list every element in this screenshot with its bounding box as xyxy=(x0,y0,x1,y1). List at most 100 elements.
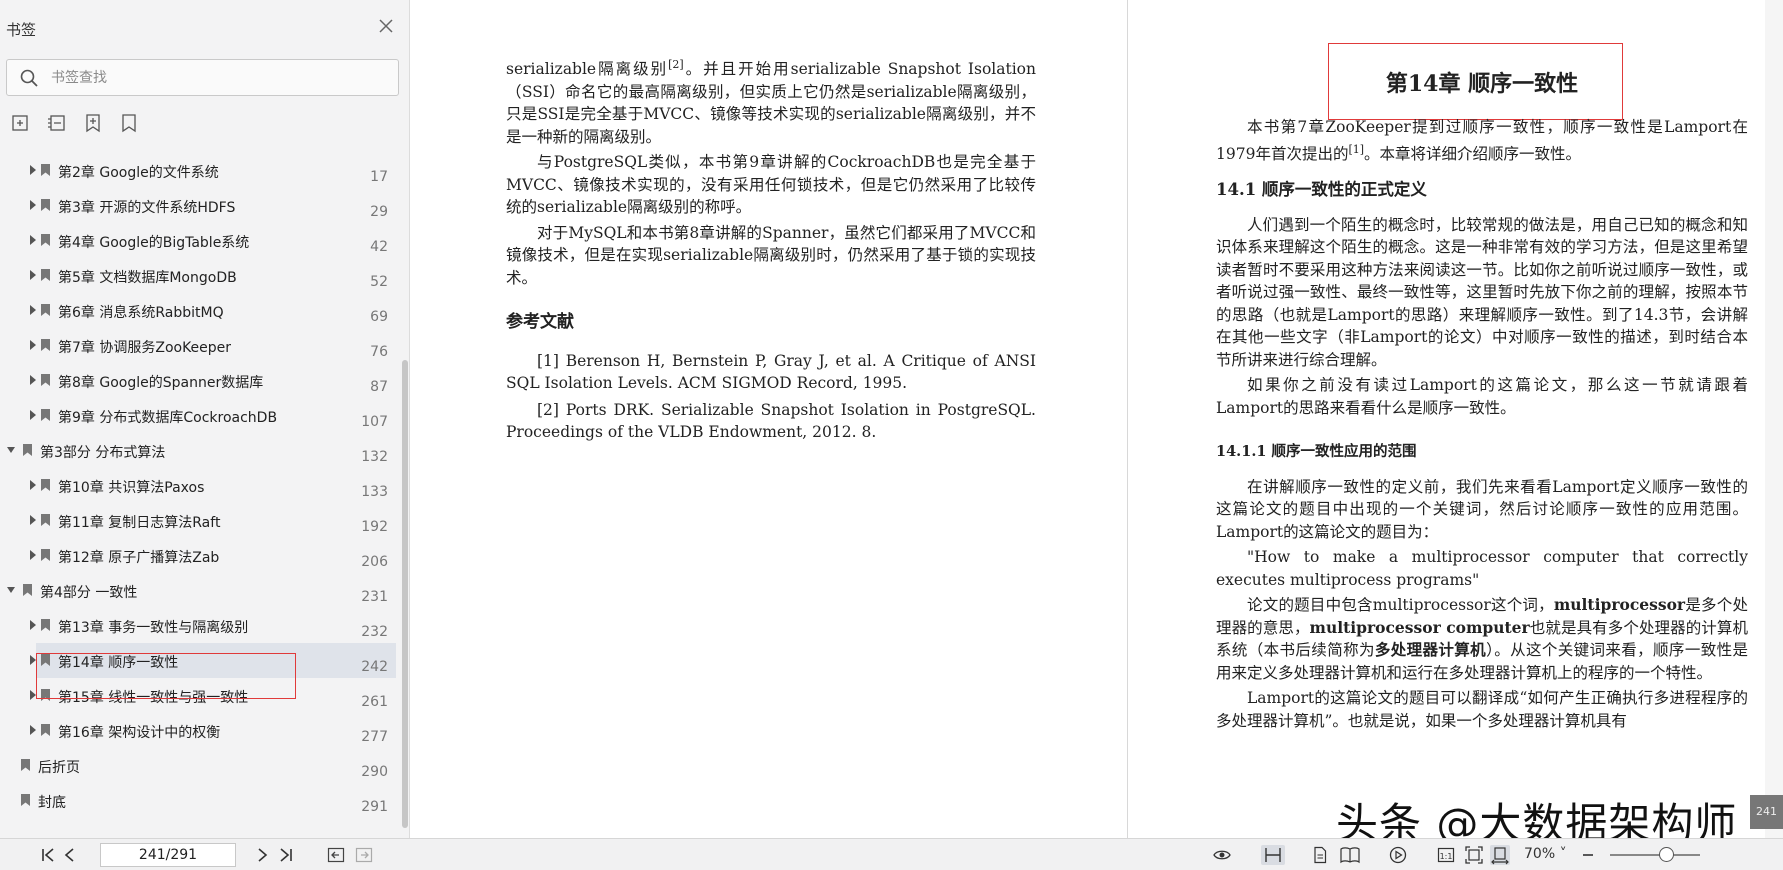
section-14-1-1-paragraph-3: Lamport的这篇论文的题目可以翻译成“如何产生正确执行多进程程序的多处理器计… xyxy=(1216,689,1748,730)
section-14-1-1-paragraph-2: 论文的题目中包含multiprocessor这个词，multiprocessor… xyxy=(1216,595,1748,682)
collapsed-arrow-icon[interactable] xyxy=(28,478,38,492)
bookmark-item[interactable]: 第15章 线性一致性与强一致性 261 xyxy=(0,678,396,713)
bookmark-item-page: 290 xyxy=(361,764,388,780)
play-icon[interactable] xyxy=(1388,845,1408,865)
bookmark-item[interactable]: 第16章 架构设计中的权衡 277 xyxy=(0,713,396,748)
single-page-icon[interactable] xyxy=(1310,845,1330,865)
bookmark-item-label: 第6章 消息系统RabbitMQ xyxy=(58,305,224,321)
bottom-toolbar: 1:1 70% ˅ xyxy=(0,838,1783,870)
bookmark-sidebar: 书签 第2章 Google的文件系统 17 第3章 开源的文件系统HDFS 29 第4章… xyxy=(0,0,410,838)
eye-protect-icon[interactable] xyxy=(1212,845,1232,865)
expanded-arrow-icon[interactable] xyxy=(6,583,16,597)
last-page-icon[interactable] xyxy=(276,845,296,865)
collapsed-arrow-icon[interactable] xyxy=(28,303,38,317)
zoom-slider-track[interactable] xyxy=(1610,854,1700,856)
first-page-icon[interactable] xyxy=(38,845,58,865)
left-paragraph-2: 与PostgreSQL类似，本书第9章讲解的CockroachDB也是完全基于M… xyxy=(506,153,1036,217)
bookmark-item-label: 第14章 顺序一致性 xyxy=(58,655,179,671)
bookmark-item[interactable]: 封底 291 xyxy=(0,783,396,818)
collapsed-arrow-icon[interactable] xyxy=(28,373,38,387)
bookmark-item-label: 第9章 分布式数据库CockroachDB xyxy=(58,410,278,426)
page-number-input[interactable] xyxy=(100,843,236,867)
bookmark-flag-icon xyxy=(41,514,50,526)
bookmark-item[interactable]: 第12章 原子广播算法Zab 206 xyxy=(0,538,396,573)
svg-text:1:1: 1:1 xyxy=(1440,852,1453,861)
bookmark-item[interactable]: 第7章 协调服务ZooKeeper 76 xyxy=(0,328,396,363)
zoom-out-icon[interactable] xyxy=(1578,845,1598,865)
bookmark-item-page: 107 xyxy=(361,414,388,430)
section-14-1-paragraph-1: 人们遇到一个陌生的概念时，比较常规的做法是，用自己已知的概念和知识体系来理解这个… xyxy=(1216,215,1748,369)
bookmark-item-label: 封底 xyxy=(38,795,66,811)
section-14-1-paragraph-2: 如果你之前没有读过Lamport的这篇论文，那么这一节就请跟着Lamport的思… xyxy=(1216,376,1748,417)
bookmark-item-label: 第7章 协调服务ZooKeeper xyxy=(58,340,232,356)
two-page-icon[interactable] xyxy=(1338,845,1362,865)
bookmark-item[interactable]: 第2章 Google的文件系统 17 xyxy=(0,153,396,188)
bookmark-flag-icon xyxy=(21,759,30,771)
bookmark-item[interactable]: 第3章 开源的文件系统HDFS 29 xyxy=(0,188,396,223)
left-paragraph-1: serializable隔离级别[2]。并且开始用serializable Sn… xyxy=(506,58,1036,146)
sidebar-scroll-thumb[interactable] xyxy=(402,360,408,828)
back-icon[interactable] xyxy=(326,845,346,865)
page-badge: 241 xyxy=(1750,795,1783,829)
bookmark-flag-icon xyxy=(41,234,50,246)
bookmark-item[interactable]: 第8章 Google的Spanner数据库 87 xyxy=(0,363,396,398)
bookmark-item[interactable]: 第6章 消息系统RabbitMQ 69 xyxy=(0,293,396,328)
collapsed-arrow-icon[interactable] xyxy=(28,268,38,282)
bookmark-item-page: 87 xyxy=(370,379,388,395)
expand-all-icon[interactable] xyxy=(46,112,68,134)
continuous-view-icon[interactable] xyxy=(1261,845,1285,865)
bookmark-item[interactable]: 第5章 文档数据库MongoDB 52 xyxy=(0,258,396,293)
expanded-arrow-icon[interactable] xyxy=(6,443,16,457)
zoom-slider-thumb[interactable] xyxy=(1659,847,1674,862)
next-page-icon[interactable] xyxy=(252,845,272,865)
close-icon[interactable] xyxy=(376,16,396,36)
bookmark-icon[interactable] xyxy=(118,112,140,134)
bookmark-search-input[interactable] xyxy=(51,66,381,90)
add-bookmark-icon[interactable] xyxy=(10,112,32,134)
actual-size-icon[interactable]: 1:1 xyxy=(1436,845,1456,865)
bookmark-flag-icon xyxy=(41,724,50,736)
bookmark-search-box[interactable] xyxy=(6,59,399,96)
bookmark-item-label: 第8章 Google的Spanner数据库 xyxy=(58,375,264,391)
collapsed-arrow-icon[interactable] xyxy=(28,618,38,632)
bookmark-item[interactable]: 第9章 分布式数据库CockroachDB 107 xyxy=(0,398,396,433)
bookmark-item-page: 69 xyxy=(370,309,388,325)
bookmark-item-page: 42 xyxy=(370,239,388,255)
bookmark-item[interactable]: 第14章 顺序一致性 242 xyxy=(30,643,396,678)
collapsed-arrow-icon[interactable] xyxy=(28,163,38,177)
collapsed-arrow-icon[interactable] xyxy=(28,653,38,667)
collapsed-arrow-icon[interactable] xyxy=(28,338,38,352)
bookmark-flag-icon xyxy=(41,409,50,421)
bookmark-item[interactable]: 第4章 Google的BigTable系统 42 xyxy=(0,223,396,258)
bookmark-item[interactable]: 第4部分 一致性 231 xyxy=(0,573,396,608)
bookmark-item-page: 291 xyxy=(361,799,388,815)
section-14-1-1-paragraph-1: 在讲解顺序一致性的定义前，我们先来看看Lamport定义顺序一致性的这篇论文的题… xyxy=(1216,477,1748,541)
chapter-intro: 本书第7章ZooKeeper提到过顺序一致性，顺序一致性是Lamport在197… xyxy=(1216,118,1748,163)
bookmark-item-page: 277 xyxy=(361,729,388,745)
collapsed-arrow-icon[interactable] xyxy=(28,548,38,562)
collapsed-arrow-icon[interactable] xyxy=(28,513,38,527)
bookmark-item[interactable]: 第11章 复制日志算法Raft 192 xyxy=(0,503,396,538)
fit-width-icon[interactable] xyxy=(1490,845,1510,865)
bookmark-item[interactable]: 第13章 事务一致性与隔离级别 232 xyxy=(0,608,396,643)
bookmark-item-label: 第3部分 分布式算法 xyxy=(40,445,166,461)
bookmark-item-page: 133 xyxy=(361,484,388,500)
bookmark-item-label: 第2章 Google的文件系统 xyxy=(58,165,219,181)
bookmark-item-label: 第11章 复制日志算法Raft xyxy=(58,515,221,531)
bookmark-item[interactable]: 第3部分 分布式算法 132 xyxy=(0,433,396,468)
fit-page-icon[interactable] xyxy=(1464,845,1484,865)
bookmark-add-icon[interactable] xyxy=(82,112,104,134)
document-scrollbar[interactable] xyxy=(1765,0,1783,838)
previous-page-icon[interactable] xyxy=(60,845,80,865)
forward-icon[interactable] xyxy=(354,845,374,865)
zoom-level[interactable]: 70% ˅ xyxy=(1524,846,1567,862)
collapsed-arrow-icon[interactable] xyxy=(28,723,38,737)
bookmark-item[interactable]: 第10章 共识算法Paxos 133 xyxy=(0,468,396,503)
bookmark-item[interactable]: 后折页 290 xyxy=(0,748,396,783)
collapsed-arrow-icon[interactable] xyxy=(28,688,38,702)
collapsed-arrow-icon[interactable] xyxy=(28,408,38,422)
collapsed-arrow-icon[interactable] xyxy=(28,233,38,247)
collapsed-arrow-icon[interactable] xyxy=(28,198,38,212)
bookmark-flag-icon xyxy=(21,794,30,806)
reference-2: [2] Ports DRK. Serializable Snapshot Iso… xyxy=(506,400,1036,442)
